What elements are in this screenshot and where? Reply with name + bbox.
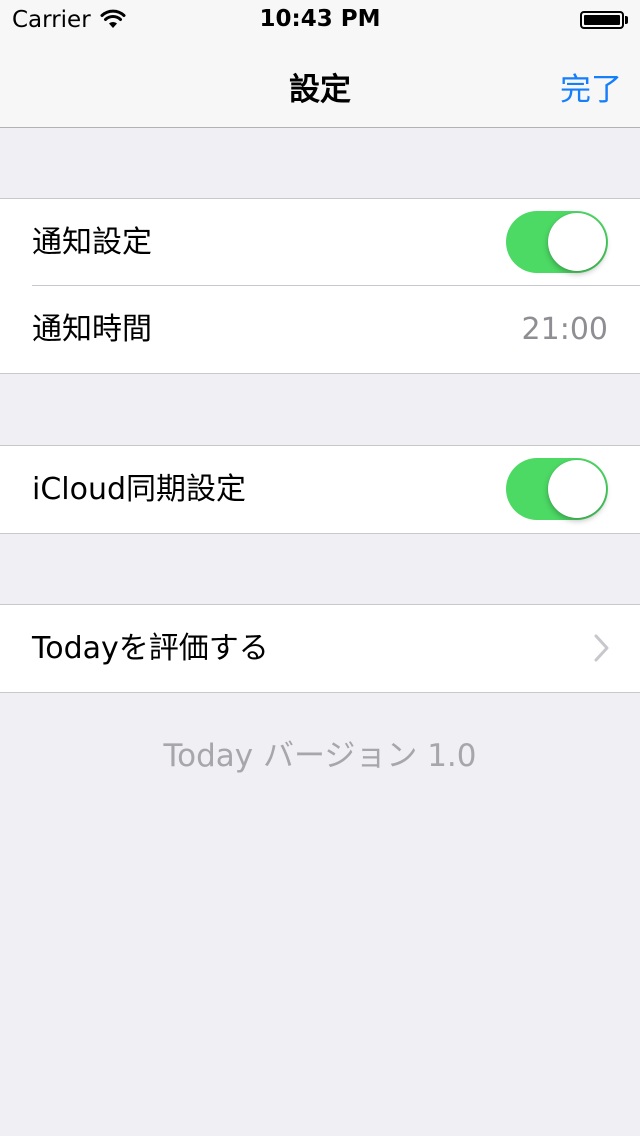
notification-section: 通知設定 通知時間 21:00 xyxy=(0,198,640,374)
toggle-knob xyxy=(548,460,606,518)
toggle-knob xyxy=(548,213,606,271)
rate-app-label: Todayを評価する xyxy=(32,631,269,666)
navigation-bar: Carrier 10:43 PM 設定 完了 xyxy=(0,0,640,128)
status-time: 10:43 PM xyxy=(259,6,381,32)
notify-time-value: 21:00 xyxy=(521,312,608,347)
status-bar: Carrier 10:43 PM xyxy=(0,0,640,40)
notify-toggle[interactable] xyxy=(506,211,608,273)
notify-setting-row: 通知設定 xyxy=(0,199,640,286)
icloud-sync-row: iCloud同期設定 xyxy=(0,446,640,533)
settings-screen: Carrier 10:43 PM 設定 完了 通知設定 通知時間 21:00 i… xyxy=(0,0,640,1136)
chevron-right-icon xyxy=(594,634,609,662)
icloud-sync-toggle[interactable] xyxy=(506,458,608,520)
battery-tip xyxy=(625,16,628,24)
done-button[interactable]: 完了 xyxy=(560,64,622,109)
notify-setting-label: 通知設定 xyxy=(32,225,152,260)
icloud-sync-label: iCloud同期設定 xyxy=(32,472,247,507)
sync-section: iCloud同期設定 xyxy=(0,445,640,534)
notify-time-row[interactable]: 通知時間 21:00 xyxy=(0,286,640,373)
battery-icon xyxy=(580,11,624,29)
rate-app-row[interactable]: Todayを評価する xyxy=(0,605,640,692)
version-label: Today バージョン 1.0 xyxy=(163,738,477,774)
notify-time-label: 通知時間 xyxy=(32,312,152,347)
rate-section: Todayを評価する xyxy=(0,604,640,693)
page-title: 設定 xyxy=(289,72,351,108)
